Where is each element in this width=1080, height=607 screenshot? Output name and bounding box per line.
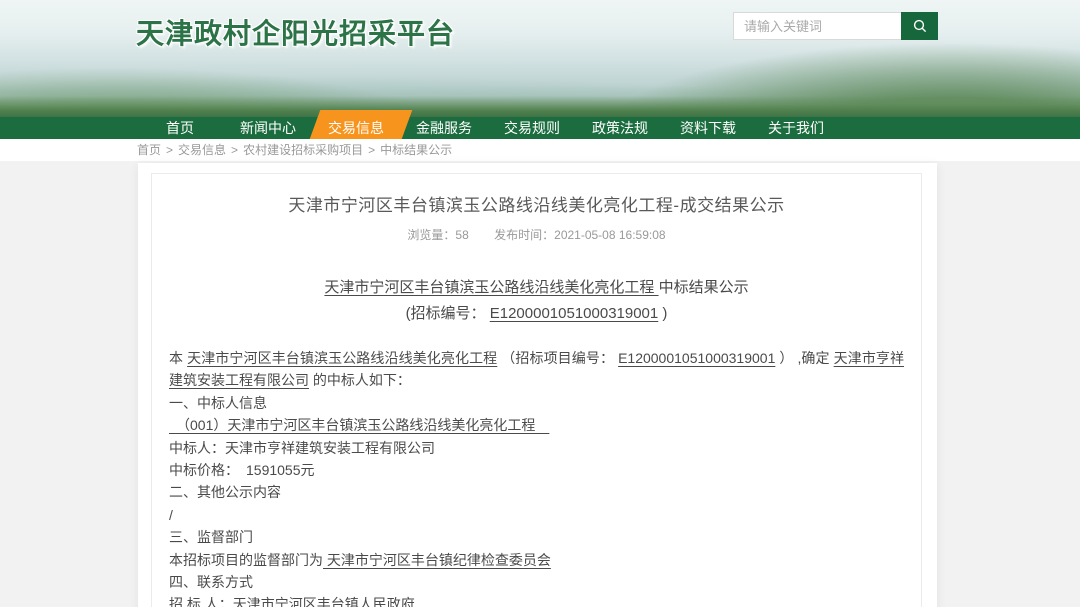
article-line: 招 标 人：天津市宁河区丰台镇人民政府	[169, 593, 904, 607]
breadcrumb: 首页 > 交易信息 > 农村建设招标采购项目 > 中标结果公示	[0, 139, 1080, 161]
underlined-text: （001）天津市宁河区丰台镇滨玉公路线沿线美化亮化工程	[169, 417, 549, 433]
text-segment: 招 标 人：天津市宁河区丰台镇人民政府	[169, 596, 415, 607]
views-count: 58	[455, 228, 468, 242]
text-segment: 四、联系方式	[169, 574, 253, 590]
search-icon	[912, 18, 928, 34]
article-container: 天津市宁河区丰台镇滨玉公路线沿线美化亮化工程-成交结果公示 浏览量：58 发布时…	[151, 173, 922, 607]
text-segment: （招标项目编号：	[497, 350, 618, 366]
article-line: 中标人：天津市亨祥建筑安装工程有限公司	[169, 437, 904, 459]
text-segment: 本	[169, 350, 187, 366]
nav-item-downloads[interactable]: 资料下载	[664, 117, 752, 139]
text-segment: 本招标项目的监督部门为	[169, 552, 323, 568]
article-line: 三、监督部门	[169, 526, 904, 548]
article-line: 中标价格： 1591055元	[169, 459, 904, 481]
article-line: （001）天津市宁河区丰台镇滨玉公路线沿线美化亮化工程	[169, 414, 904, 436]
article-title: 天津市宁河区丰台镇滨玉公路线沿线美化亮化工程-成交结果公示	[169, 191, 904, 216]
article-line: /	[169, 504, 904, 526]
text-segment: 一、中标人信息	[169, 395, 267, 411]
breadcrumb-trade-info[interactable]: 交易信息	[178, 143, 226, 157]
article-line: 一、中标人信息	[169, 392, 904, 414]
notice-subtitle: 天津市宁河区丰台镇滨玉公路线沿线美化亮化工程 中标结果公示	[169, 276, 904, 297]
content-card: 天津市宁河区丰台镇滨玉公路线沿线美化亮化工程-成交结果公示 浏览量：58 发布时…	[138, 163, 937, 607]
text-segment: 中标结果公示	[659, 279, 749, 296]
text-segment: ） ,确定	[775, 350, 833, 366]
search-input[interactable]	[733, 12, 901, 40]
text-segment: 中标人：天津市亨祥建筑安装工程有限公司	[169, 440, 435, 456]
text-segment: 的中标人如下：	[309, 372, 411, 388]
article-line: 四、联系方式	[169, 571, 904, 593]
views-label: 浏览量：	[407, 228, 455, 242]
underlined-text: 天津市宁河区丰台镇滨玉公路线沿线美化亮化工程	[187, 350, 497, 366]
breadcrumb-separator: >	[231, 143, 238, 157]
bid-number-line: (招标编号： E1200001051000319001 )	[169, 302, 904, 323]
text-segment: 中标价格： 1591055元	[169, 462, 315, 478]
breadcrumb-rural-projects[interactable]: 农村建设招标采购项目	[243, 143, 363, 157]
nav-item-home[interactable]: 首页	[136, 117, 224, 139]
hero-banner: 天津政村企阳光招采平台	[0, 0, 1080, 117]
text-segment: )	[658, 305, 667, 322]
breadcrumb-home[interactable]: 首页	[137, 143, 161, 157]
publish-time-label: 发布时间：	[494, 228, 554, 242]
underlined-text: 天津市宁河区丰台镇纪律检查委员会	[323, 552, 551, 568]
text-segment: 二、其他公示内容	[169, 484, 281, 500]
breadcrumb-separator: >	[166, 143, 173, 157]
text-segment: 三、监督部门	[169, 529, 253, 545]
publish-time: 2021-05-08 16:59:08	[554, 228, 665, 242]
main-navigation: 首页 新闻中心 交易信息 金融服务 交易规则 政策法规 资料下载 关于我们	[0, 117, 1080, 139]
breadcrumb-result-notice[interactable]: 中标结果公示	[380, 143, 452, 157]
underlined-text: E1200001051000319001	[490, 305, 659, 322]
site-title: 天津政村企阳光招采平台	[136, 12, 455, 52]
text-segment: (招标编号：	[406, 305, 490, 322]
article-line: 二、其他公示内容	[169, 481, 904, 503]
nav-item-news[interactable]: 新闻中心	[224, 117, 312, 139]
nav-item-trade-rules[interactable]: 交易规则	[488, 117, 576, 139]
text-segment: /	[169, 507, 173, 523]
article-meta: 浏览量：58 发布时间：2021-05-08 16:59:08	[169, 226, 904, 243]
underlined-text: E1200001051000319001	[618, 350, 775, 366]
nav-item-finance[interactable]: 金融服务	[400, 117, 488, 139]
search-box	[733, 12, 938, 40]
article-line: 本招标项目的监督部门为 天津市宁河区丰台镇纪律检查委员会	[169, 549, 904, 571]
article-body: 本 天津市宁河区丰台镇滨玉公路线沿线美化亮化工程 （招标项目编号： E12000…	[169, 347, 904, 607]
nav-item-trade-info[interactable]: 交易信息	[312, 117, 400, 139]
breadcrumb-separator: >	[368, 143, 375, 157]
underlined-text: 天津市宁河区丰台镇滨玉公路线沿线美化亮化工程	[324, 279, 658, 296]
intro-paragraph: 本 天津市宁河区丰台镇滨玉公路线沿线美化亮化工程 （招标项目编号： E12000…	[169, 347, 904, 392]
nav-item-about[interactable]: 关于我们	[752, 117, 840, 139]
nav-item-policy[interactable]: 政策法规	[576, 117, 664, 139]
search-button[interactable]	[901, 12, 938, 40]
